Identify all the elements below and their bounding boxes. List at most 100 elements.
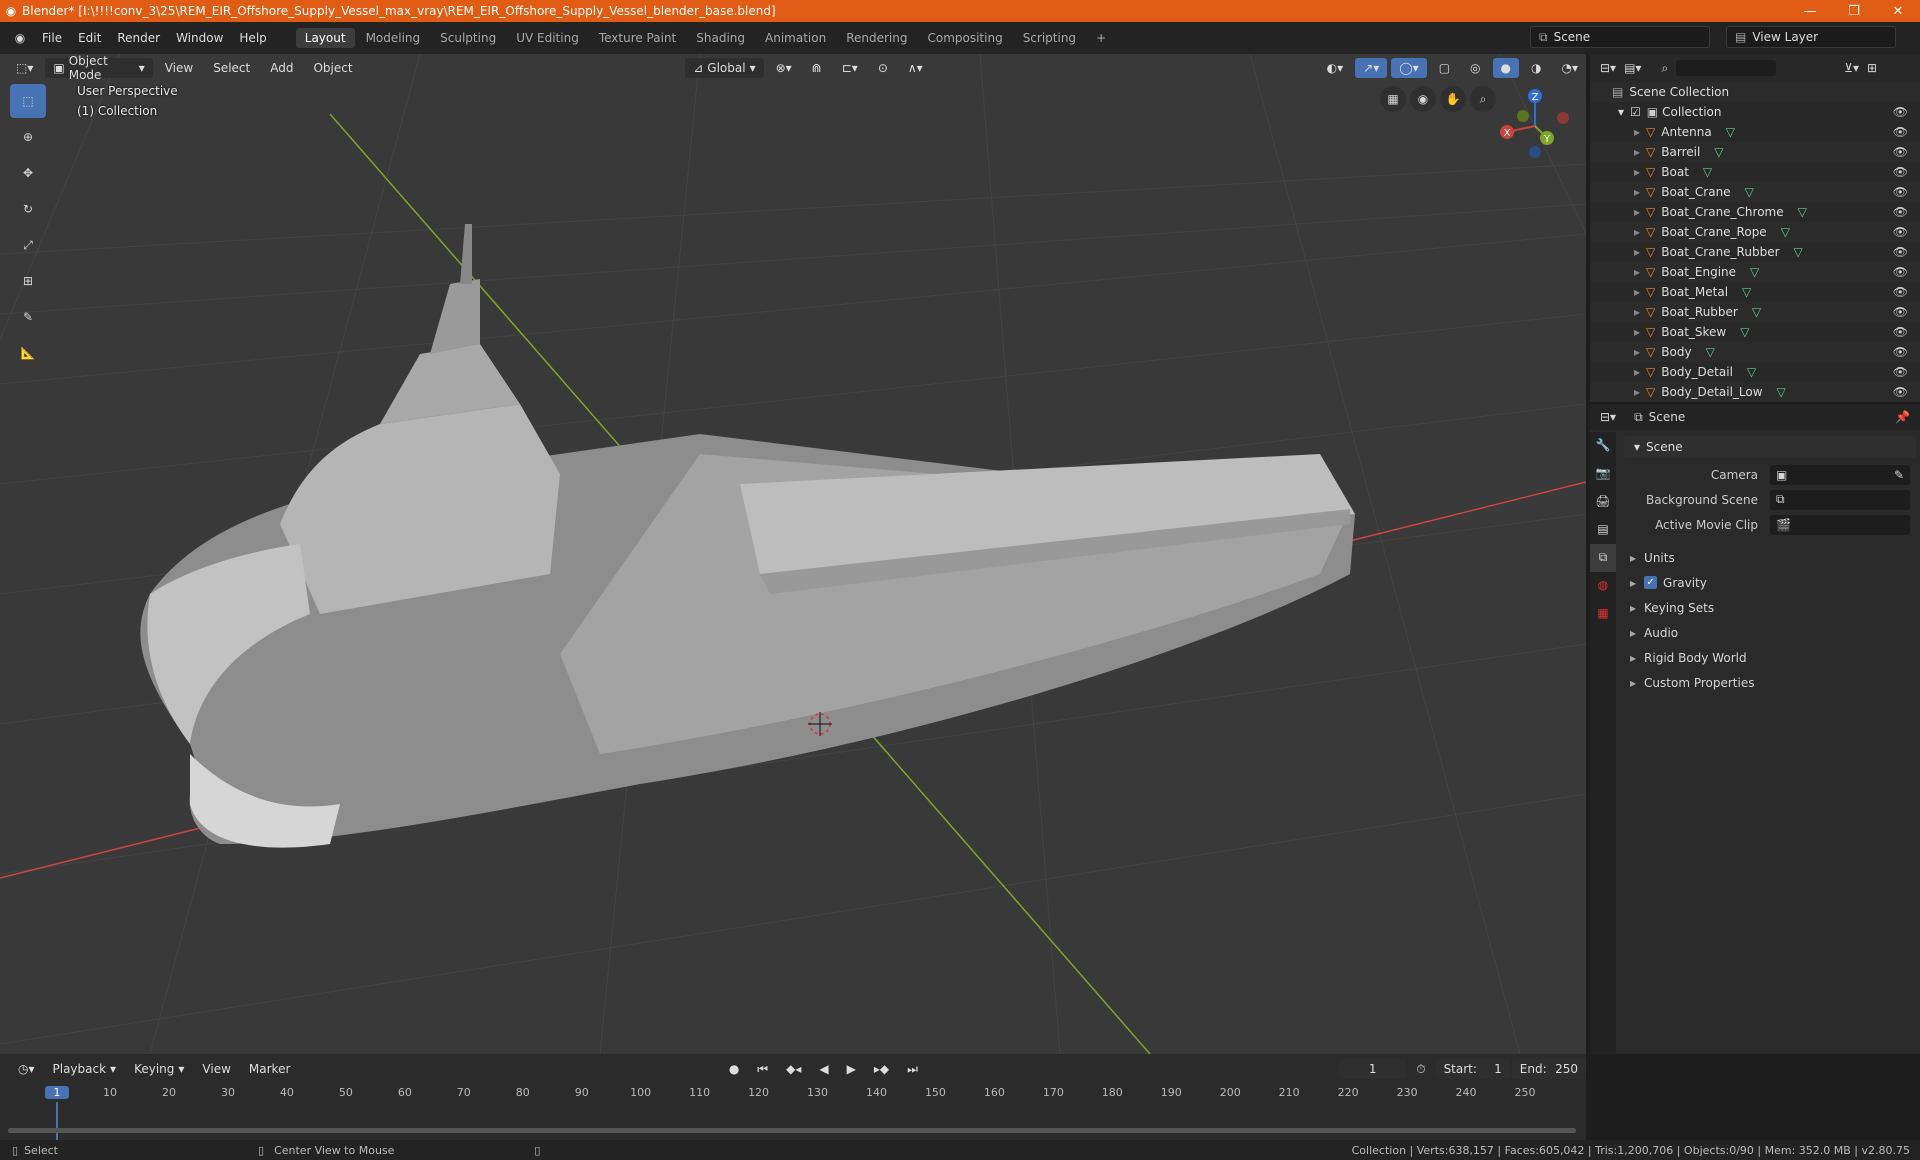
view-layer-selector[interactable]: ▤ View Layer [1726, 26, 1896, 48]
playback-menu[interactable]: Playback ▾ [45, 1059, 125, 1079]
expand-arrow-icon[interactable]: ▸ [1634, 145, 1640, 159]
gizmo-toggle-icon[interactable]: ↗▾ [1355, 58, 1388, 78]
mesh-data-icon[interactable]: ▽ [1777, 385, 1786, 399]
viewport-menu-add[interactable]: Add [262, 58, 301, 78]
select-box-tool-icon[interactable]: ⬚ [10, 84, 46, 118]
overlay-toggle-icon[interactable]: ◯▾ [1391, 58, 1427, 78]
eye-icon[interactable]: 👁 [1893, 385, 1908, 399]
expand-arrow-icon[interactable]: ▸ [1634, 385, 1640, 399]
outliner-object-row[interactable]: ▸ ▽ Boat_Crane ▽ 👁 [1590, 182, 1920, 202]
falloff-icon[interactable]: ∧▾ [900, 58, 931, 78]
toggle-camera-view-icon[interactable]: ▦ [1380, 86, 1406, 112]
pivot-icon[interactable]: ⊗▾ [768, 58, 800, 78]
transform-orientation-dropdown[interactable]: ⊿ Global ▾ [685, 58, 764, 78]
jump-start-icon[interactable]: ⏮ [749, 1059, 776, 1079]
eye-icon[interactable]: 👁 [1893, 345, 1908, 359]
playhead-line[interactable] [56, 1102, 58, 1142]
subpanel-header[interactable]: ▸ Custom Properties [1620, 670, 1920, 695]
tab-rendering[interactable]: Rendering [837, 28, 916, 48]
expand-arrow-icon[interactable]: ▸ [1634, 365, 1640, 379]
background-scene-field[interactable]: ⧉ [1770, 489, 1910, 510]
maximize-button[interactable]: ❐ [1832, 4, 1876, 19]
filter-icon[interactable]: ⊻▾ [1844, 61, 1859, 75]
marker-menu[interactable]: Marker [241, 1059, 298, 1079]
menu-help[interactable]: Help [231, 31, 274, 45]
navigation-gizmo[interactable]: Z X Y [1495, 86, 1575, 166]
shading-solid-icon[interactable]: ● [1492, 58, 1520, 78]
outliner-object-row[interactable]: ▸ ▽ Boat_Rubber ▽ 👁 [1590, 302, 1920, 322]
camera-icon[interactable]: ◉ [1410, 86, 1436, 112]
eye-icon[interactable]: 👁 [1893, 285, 1908, 299]
viewport-menu-object[interactable]: Object [305, 58, 360, 78]
eye-icon[interactable]: 👁 [1893, 245, 1908, 259]
world-tab-icon[interactable]: ◍ [1590, 572, 1616, 600]
zoom-icon[interactable]: ⌕ [1470, 86, 1496, 112]
cursor-tool-icon[interactable]: ⊕ [10, 120, 46, 154]
mode-dropdown[interactable]: ▣ Object Mode ▾ [45, 54, 153, 82]
eye-icon[interactable]: 👁 [1893, 205, 1908, 219]
proportional-edit-icon[interactable]: ⊙ [870, 58, 896, 78]
mesh-data-icon[interactable]: ▽ [1745, 185, 1754, 199]
tool-tab-icon[interactable]: 🔧 [1590, 432, 1616, 460]
camera-field[interactable]: ▣ ✎ [1770, 464, 1910, 485]
menu-edit[interactable]: Edit [70, 31, 109, 45]
editor-type-icon[interactable]: ⬚▾ [8, 58, 41, 78]
mesh-data-icon[interactable]: ▽ [1781, 225, 1790, 239]
menu-window[interactable]: Window [168, 31, 231, 45]
tab-uv-editing[interactable]: UV Editing [507, 28, 588, 48]
new-collection-icon[interactable]: ⊞ [1867, 61, 1877, 75]
next-keyframe-icon[interactable]: ▸◆ [866, 1059, 897, 1079]
outliner-search-input[interactable] [1676, 60, 1777, 76]
shading-rendered-icon[interactable]: ◔▾ [1554, 58, 1587, 78]
tab-modeling[interactable]: Modeling [357, 28, 430, 48]
viewport-menu-view[interactable]: View [157, 58, 201, 78]
rotate-tool-icon[interactable]: ↻ [10, 192, 46, 226]
mesh-data-icon[interactable]: ▽ [1794, 245, 1803, 259]
menu-render[interactable]: Render [109, 31, 168, 45]
include-checkbox-icon[interactable]: ☑ [1630, 105, 1641, 119]
snap-icon[interactable]: ⋒ [804, 58, 830, 78]
expand-arrow-icon[interactable]: ▸ [1634, 345, 1640, 359]
expand-arrow-icon[interactable]: ▸ [1634, 165, 1640, 179]
visibility-icon[interactable]: ◐▾ [1319, 58, 1352, 78]
collection-row[interactable]: ▾ ☑ ▣ Collection 👁 [1590, 102, 1920, 122]
view-layer-tab-icon[interactable]: ▤ [1590, 516, 1616, 544]
outliner-object-row[interactable]: ▸ ▽ Barreil ▽ 👁 [1590, 142, 1920, 162]
tab-scripting[interactable]: Scripting [1014, 28, 1085, 48]
active-movie-clip-field[interactable]: 🎬 [1770, 514, 1910, 535]
render-tab-icon[interactable]: 📷 [1590, 460, 1616, 488]
eye-icon[interactable]: 👁 [1893, 225, 1908, 239]
current-frame-field[interactable]: 1 [1339, 1059, 1407, 1079]
expand-arrow-icon[interactable]: ▾ [1618, 105, 1624, 119]
transform-tool-icon[interactable]: ⊞ [10, 264, 46, 298]
subpanel-header[interactable]: ▸ Keying Sets [1620, 595, 1920, 620]
tab-shading[interactable]: Shading [687, 28, 754, 48]
menu-file[interactable]: File [34, 31, 70, 45]
minimize-button[interactable]: — [1788, 4, 1832, 19]
mesh-data-icon[interactable]: ▽ [1726, 125, 1735, 139]
outliner-object-row[interactable]: ▸ ▽ Body_Detail ▽ 👁 [1590, 362, 1920, 382]
pan-hand-icon[interactable]: ✋ [1440, 86, 1466, 112]
blender-menu-icon[interactable]: ◉ [6, 31, 34, 45]
expand-arrow-icon[interactable]: ▸ [1634, 325, 1640, 339]
eye-icon[interactable]: 👁 [1893, 185, 1908, 199]
mesh-data-icon[interactable]: ▽ [1747, 365, 1756, 379]
subpanel-header[interactable]: ▸ Units [1620, 545, 1920, 570]
shading-material-icon[interactable]: ◑ [1523, 58, 1549, 78]
expand-arrow-icon[interactable]: ▸ [1634, 205, 1640, 219]
expand-arrow-icon[interactable]: ▸ [1634, 245, 1640, 259]
tab-animation[interactable]: Animation [756, 28, 835, 48]
end-frame-field[interactable]: End: 250 [1511, 1059, 1586, 1079]
pin-icon[interactable]: 📌 [1895, 410, 1910, 424]
prev-keyframe-icon[interactable]: ◆◂ [778, 1059, 809, 1079]
eye-icon[interactable]: 👁 [1893, 325, 1908, 339]
outliner-object-row[interactable]: ▸ ▽ Body_Detail_Low ▽ 👁 [1590, 382, 1920, 402]
properties-editor-icon[interactable]: ⊟▾ [1600, 410, 1616, 424]
shading-wireframe-icon[interactable]: ◎ [1462, 58, 1488, 78]
jump-end-icon[interactable]: ⏭ [899, 1059, 926, 1079]
scene-selector[interactable]: ⧉ Scene [1530, 26, 1710, 48]
timeline-view-menu[interactable]: View [194, 1059, 238, 1079]
keying-menu[interactable]: Keying ▾ [126, 1059, 192, 1079]
subpanel-header[interactable]: ▸ Audio [1620, 620, 1920, 645]
mesh-data-icon[interactable]: ▽ [1750, 265, 1759, 279]
